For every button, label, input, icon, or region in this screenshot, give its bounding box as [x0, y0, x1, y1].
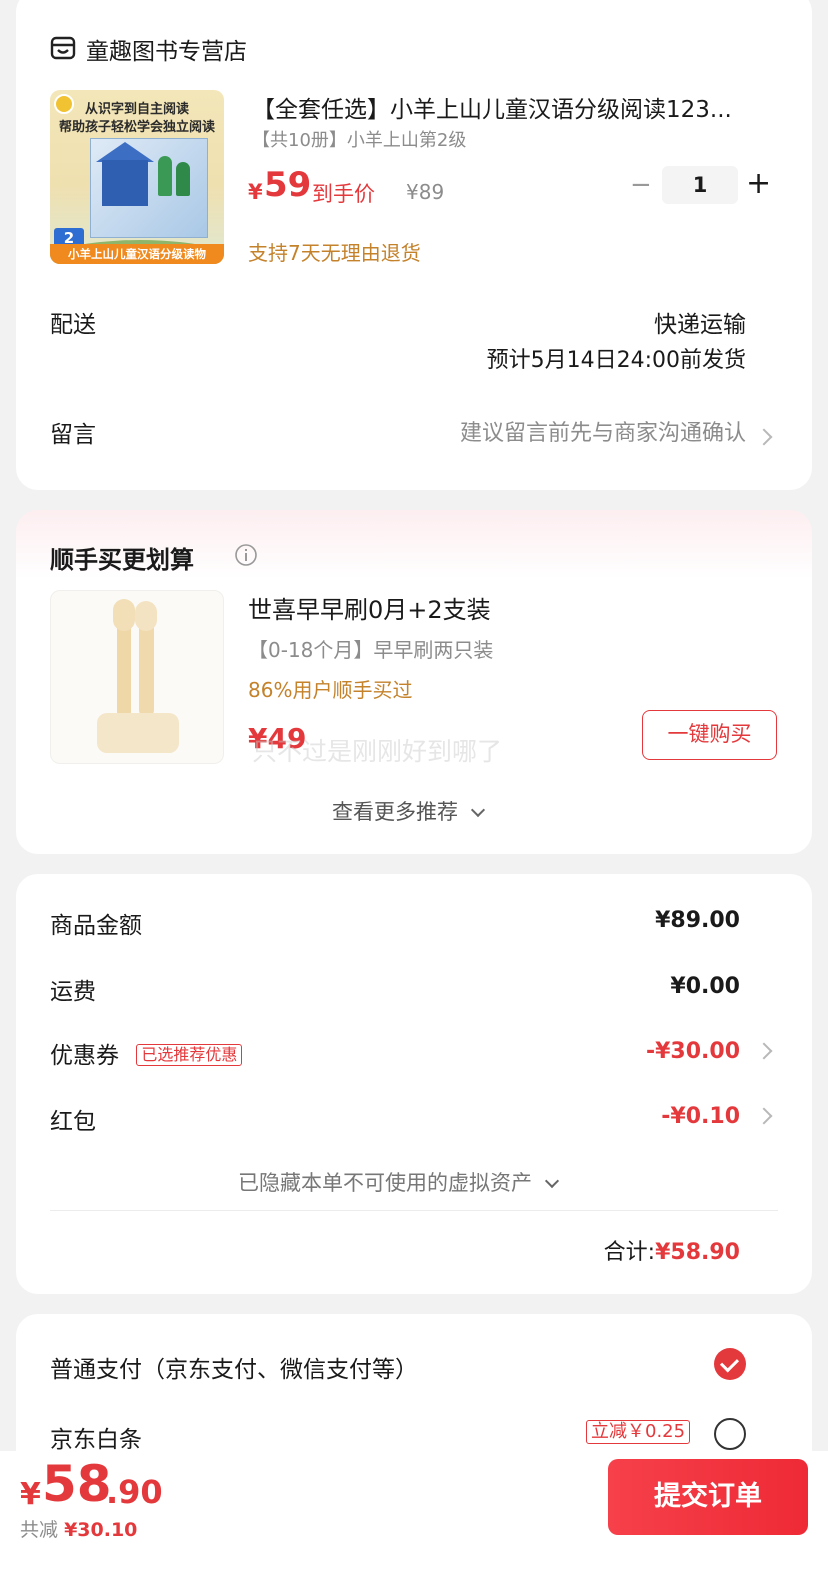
more-recommend-link[interactable]: 查看更多推荐	[332, 796, 485, 826]
coupon-label: 优惠券	[50, 1043, 119, 1069]
redpacket-label: 红包	[50, 1109, 96, 1135]
payment-card: 普通支付（京东支付、微信支付等） 京东白条 立减￥0.25	[16, 1314, 812, 1474]
checkout-bar: ¥ 58 .90 共减 ¥30.10 提交订单	[0, 1451, 828, 1569]
recommend-item-name[interactable]: 世喜早早刷0月+2支装	[248, 590, 491, 625]
store-name[interactable]: 童趣图书专营店	[86, 32, 247, 66]
brush-head	[135, 601, 157, 631]
goods-amount-value: ¥89.00	[655, 908, 740, 933]
recommend-item-stat: 86%用户顺手买过	[248, 678, 413, 702]
product-title[interactable]: 【全套任选】小羊上山儿童汉语分级阅读123...	[252, 90, 732, 124]
coupon-tag: 已选推荐优惠	[136, 1044, 243, 1066]
payment-normal-radio[interactable]	[714, 1348, 746, 1380]
cover-tree	[158, 156, 172, 196]
footer-saved: 共减 ¥30.10	[20, 1515, 137, 1542]
cover-tree	[176, 162, 190, 196]
message-label: 留言	[50, 422, 96, 448]
brush-stand	[97, 713, 179, 753]
chevron-down-icon	[470, 802, 485, 818]
hidden-assets-toggle[interactable]: 已隐藏本单不可使用的虚拟资产	[238, 1167, 559, 1197]
chevron-right-icon	[755, 1042, 773, 1060]
payment-normal-label[interactable]: 普通支付（京东支付、微信支付等）	[50, 1350, 418, 1384]
submit-order-button[interactable]: 提交订单	[608, 1459, 808, 1535]
chevron-down-icon	[544, 1173, 559, 1189]
payment-baitiao-label[interactable]: 京东白条	[50, 1420, 142, 1454]
message-input[interactable]: 建议留言前先与商家沟通确认	[460, 415, 746, 447]
delivery-eta: 预计5月14日24:00前发货	[486, 348, 746, 373]
cover-line2: 帮助孩子轻松学会独立阅读	[58, 120, 215, 135]
goods-amount-label: 商品金额	[50, 913, 142, 939]
recommend-item-spec: 【0-18个月】早早刷两只装	[248, 638, 494, 662]
total-row: 合计:¥58.90	[604, 1234, 740, 1266]
info-icon[interactable]	[234, 543, 258, 567]
price-label: 到手价	[312, 182, 375, 206]
summary-divider	[50, 1210, 778, 1211]
cover-roof	[96, 142, 154, 162]
cover-band: 小羊上山儿童汉语分级读物	[50, 244, 224, 264]
shipping-label: 运费	[50, 979, 96, 1005]
cover-line1: 从识字到自主阅读	[84, 102, 189, 117]
footer-saved-label: 共减	[20, 1519, 59, 1541]
one-click-buy-button[interactable]: 一键购买	[642, 710, 777, 760]
shipping-value: ¥0.00	[670, 974, 740, 999]
footer-currency: ¥	[20, 1477, 41, 1512]
total-value: ¥58.90	[655, 1240, 740, 1265]
redpacket-value[interactable]: -¥0.10	[661, 1104, 740, 1129]
chevron-right-icon	[755, 428, 773, 446]
delivery-label: 配送	[50, 312, 96, 338]
price-currency: ¥	[248, 180, 263, 204]
summary-card: 商品金额 ¥89.00 运费 ¥0.00 优惠券 已选推荐优惠 -¥30.00 …	[16, 874, 812, 1294]
cover-house	[102, 160, 148, 206]
coupon-row[interactable]: 优惠券 已选推荐优惠	[50, 1036, 243, 1070]
original-price: ¥89	[406, 180, 445, 204]
footer-saved-value: ¥30.10	[64, 1519, 138, 1541]
qty-input[interactable]: 1	[662, 166, 738, 204]
hidden-assets-label: 已隐藏本单不可使用的虚拟资产	[238, 1171, 532, 1195]
product-image[interactable]: 从识字到自主阅读 帮助孩子轻松学会独立阅读 2 小羊上山儿童汉语分级读物	[50, 90, 224, 264]
store-icon	[50, 36, 76, 60]
baitiao-tag-wrap: 立减￥0.25	[586, 1420, 691, 1444]
product-price: 59	[264, 165, 312, 205]
total-label: 合计:	[603, 1240, 656, 1265]
recommend-item-image[interactable]	[50, 590, 224, 764]
order-item-card: 童趣图书专营店 从识字到自主阅读 帮助孩子轻松学会独立阅读 2 小羊上山儿童汉语…	[16, 0, 812, 490]
coupon-value[interactable]: -¥30.00	[646, 1039, 740, 1064]
baitiao-discount-tag: 立减￥0.25	[586, 1420, 691, 1444]
recommend-card: 顺手买更划算 世喜早早刷0月+2支装 【0-18个月】早早刷两只装 86%用户顺…	[16, 510, 812, 854]
delivery-method[interactable]: 快递运输	[654, 305, 746, 339]
more-recommend-label: 查看更多推荐	[332, 800, 458, 824]
qty-plus-button[interactable]: +	[746, 166, 771, 201]
payment-baitiao-radio[interactable]	[714, 1418, 746, 1450]
product-spec[interactable]: 【共10册】小羊上山第2级	[252, 126, 466, 152]
footer-amount-int: 58	[42, 1455, 112, 1513]
recommend-title: 顺手买更划算	[50, 546, 194, 574]
brush-head	[113, 599, 135, 631]
return-policy: 支持7天无理由退货	[248, 241, 421, 265]
overlay-caption: 只不过是刚刚好到哪了	[252, 737, 503, 766]
footer-amount-dec: .90	[106, 1473, 163, 1511]
qty-minus-button[interactable]: −	[630, 170, 652, 200]
chevron-right-icon	[755, 1107, 773, 1125]
